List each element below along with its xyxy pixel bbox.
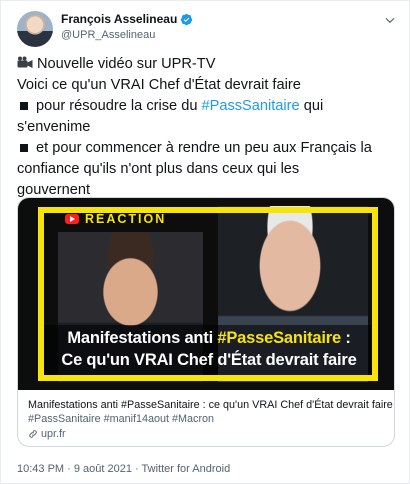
card-tags: #PassSanitaire #manif14aout #Macron xyxy=(28,413,215,425)
reaction-label: RÉACTION xyxy=(85,212,167,226)
youtube-icon xyxy=(65,214,79,224)
text-line-3: pour résoudre la crise du #PassSanitaire… xyxy=(17,96,393,117)
square-bullet xyxy=(20,101,28,110)
hashtag-link[interactable]: #PassSanitaire xyxy=(201,98,299,114)
square-bullet xyxy=(20,143,28,152)
chevron-down-icon[interactable] xyxy=(383,13,397,27)
overlay-suffix: : xyxy=(340,329,351,347)
reaction-badge: RÉACTION xyxy=(65,212,166,226)
line1-text: Nouvelle vidéo sur UPR-TV xyxy=(37,56,216,72)
overlay-title: Manifestations anti #PasseSanitaire : Ce… xyxy=(46,327,372,371)
overlay-hashtag: #PasseSanitaire xyxy=(217,329,341,347)
overlay-prefix: Manifestations anti xyxy=(67,329,218,347)
tweet-text: Nouvelle vidéo sur UPR-TV Voici ce qu'un… xyxy=(17,54,393,201)
text-line-5: et pour commencer à rendre un peu aux Fr… xyxy=(17,138,393,159)
bullet1-prefix: pour résoudre la crise du xyxy=(36,98,202,114)
card-meta: Manifestations anti #PasseSanitaire : ce… xyxy=(28,398,394,441)
display-name[interactable]: François Asselineau xyxy=(61,12,177,26)
link-card[interactable]: RÉACTION Manifestations anti #PasseSanit… xyxy=(17,197,395,447)
text-line-6: confiance qu'ils n'ont plus dans ceux qu… xyxy=(17,161,300,177)
tweet-header: François Asselineau @UPR_Asselineau xyxy=(17,11,397,47)
handle[interactable]: @UPR_Asselineau xyxy=(61,29,155,41)
tweet-footer[interactable]: 10:43 PM · 9 août 2021 · Twitter for And… xyxy=(17,463,230,475)
card-domain[interactable]: upr.fr xyxy=(41,427,66,441)
card-thumbnail[interactable]: RÉACTION Manifestations anti #PasseSanit… xyxy=(18,198,394,390)
bullet1-suffix: qui xyxy=(299,98,324,114)
avatar[interactable] xyxy=(17,11,53,47)
card-domain-row: upr.fr xyxy=(28,427,386,441)
link-icon xyxy=(29,430,37,438)
card-title[interactable]: Manifestations anti #PasseSanitaire : ce… xyxy=(28,398,394,412)
overlay-line2: Ce qu'un VRAI Chef d'État devrait faire xyxy=(61,351,357,369)
bullet2-line1: et pour commencer à rendre un peu aux Fr… xyxy=(36,140,372,156)
text-line-2: Voici ce qu'un VRAI Chef d'État devrait … xyxy=(17,77,301,93)
name-row: François Asselineau xyxy=(61,11,193,27)
text-line-1: Nouvelle vidéo sur UPR-TV xyxy=(17,54,393,75)
verified-icon xyxy=(181,13,193,25)
video-camera-icon xyxy=(17,56,33,68)
text-line-4: s'envenime xyxy=(17,119,91,135)
tweet: François Asselineau @UPR_Asselineau Nouv… xyxy=(0,0,410,484)
